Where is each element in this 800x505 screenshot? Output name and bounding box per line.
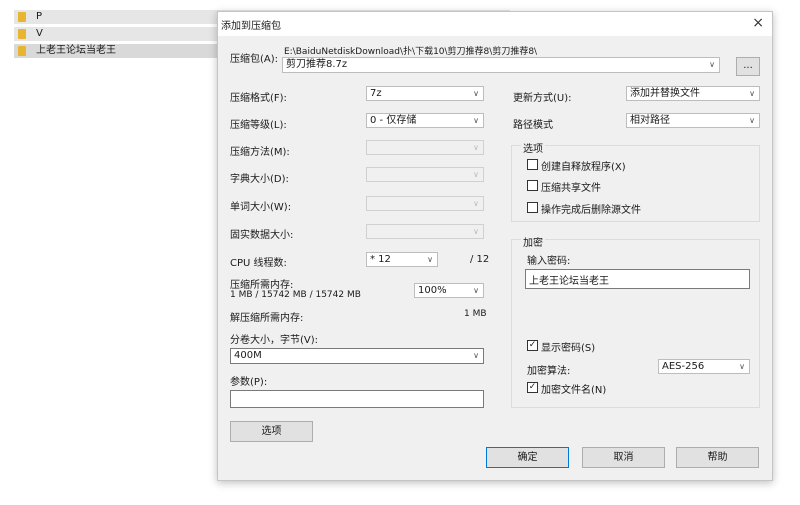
archive-label: 压缩包(A): xyxy=(230,54,279,65)
chevron-down-icon: ∨ xyxy=(709,60,715,69)
options-button[interactable]: 选项 xyxy=(230,421,313,442)
cpu-total: / 12 xyxy=(470,254,490,265)
chevron-down-icon: ∨ xyxy=(749,89,755,98)
folder-icon xyxy=(18,12,26,22)
folder-icon xyxy=(18,46,26,56)
list-item-label: 上老王论坛当老王 xyxy=(36,45,116,56)
delete-source-label: 操作完成后删除源文件 xyxy=(541,205,641,216)
volume-value: 400M xyxy=(234,350,262,361)
method-select[interactable]: ∨ xyxy=(366,140,484,155)
chevron-down-icon: ∨ xyxy=(473,89,479,98)
list-item-label: V xyxy=(36,28,43,39)
word-select[interactable]: ∨ xyxy=(366,196,484,211)
level-label: 压缩等级(L): xyxy=(230,120,287,131)
chevron-down-icon: ∨ xyxy=(749,116,755,125)
encrypt-names-checkbox[interactable]: ✓ xyxy=(527,382,538,393)
encryption-group-title: 加密 xyxy=(521,234,545,249)
password-label: 输入密码: xyxy=(527,256,571,267)
level-select[interactable]: 0 - 仅存储 ∨ xyxy=(366,113,484,128)
close-icon[interactable]: × xyxy=(752,14,764,32)
chevron-down-icon: ∨ xyxy=(473,286,479,295)
format-value: 7z xyxy=(370,88,382,99)
encrypt-names-label: 加密文件名(N) xyxy=(541,385,607,396)
params-label: 参数(P): xyxy=(230,377,268,388)
folder-icon xyxy=(18,29,26,39)
list-item-label: P xyxy=(36,11,43,22)
cpu-label: CPU 线程数: xyxy=(230,258,287,269)
level-value: 0 - 仅存储 xyxy=(370,115,417,126)
dict-select[interactable]: ∨ xyxy=(366,167,484,182)
volume-combo[interactable]: 400M ∨ xyxy=(230,348,484,364)
title-bar: 添加到压缩包 × xyxy=(218,12,772,36)
solid-select[interactable]: ∨ xyxy=(366,224,484,239)
method-label: 压缩方法(M): xyxy=(230,147,290,158)
chevron-down-icon: ∨ xyxy=(473,351,479,360)
chevron-down-icon: ∨ xyxy=(427,255,433,264)
shared-checkbox[interactable] xyxy=(527,180,538,191)
encryption-method-select[interactable]: AES-256 ∨ xyxy=(658,359,750,374)
chevron-down-icon: ∨ xyxy=(473,199,479,208)
path-mode-label: 路径模式 xyxy=(513,120,553,131)
add-to-archive-dialog: 添加到压缩包 × 压缩包(A): E:\BaiduNetdiskDownload… xyxy=(217,11,773,481)
mem-decompress-value: 1 MB xyxy=(464,309,487,319)
update-value: 添加并替换文件 xyxy=(630,88,700,99)
update-label: 更新方式(U): xyxy=(513,93,572,104)
mem-decompress-label: 解压缩所需内存: xyxy=(230,313,304,324)
mem-percent-value: 100% xyxy=(418,285,447,296)
password-value: 上老王论坛当老王 xyxy=(529,276,609,287)
chevron-down-icon: ∨ xyxy=(473,116,479,125)
volume-label: 分卷大小，字节(V): xyxy=(230,335,319,346)
solid-label: 固实数据大小: xyxy=(230,230,294,241)
ok-button[interactable]: 确定 xyxy=(486,447,569,468)
format-select[interactable]: 7z ∨ xyxy=(366,86,484,101)
cpu-select[interactable]: * 12 ∨ xyxy=(366,252,438,267)
archive-filename: 剪刀推荐8.7z xyxy=(286,59,348,70)
path-mode-select[interactable]: 相对路径 ∨ xyxy=(626,113,760,128)
mem-compress-label: 压缩所需内存: xyxy=(230,280,294,291)
archive-name-combo[interactable]: 剪刀推荐8.7z ∨ xyxy=(282,57,720,73)
password-input[interactable]: 上老王论坛当老王 xyxy=(525,269,750,289)
sfx-checkbox[interactable] xyxy=(527,159,538,170)
chevron-down-icon: ∨ xyxy=(473,170,479,179)
chevron-down-icon: ∨ xyxy=(739,362,745,371)
show-password-label: 显示密码(S) xyxy=(541,343,596,354)
delete-source-checkbox[interactable] xyxy=(527,202,538,213)
chevron-down-icon: ∨ xyxy=(473,143,479,152)
format-label: 压缩格式(F): xyxy=(230,93,287,104)
dialog-title: 添加到压缩包 xyxy=(221,21,281,32)
update-select[interactable]: 添加并替换文件 ∨ xyxy=(626,86,760,101)
encryption-method-label: 加密算法: xyxy=(527,366,571,377)
sfx-label: 创建自释放程序(X) xyxy=(541,162,626,173)
dict-label: 字典大小(D): xyxy=(230,174,289,185)
help-button[interactable]: 帮助 xyxy=(676,447,759,468)
params-input[interactable] xyxy=(230,390,484,408)
cpu-value: * 12 xyxy=(370,254,391,265)
browse-button[interactable]: ... xyxy=(736,57,760,76)
shared-label: 压缩共享文件 xyxy=(541,183,601,194)
mem-compress-detail: 1 MB / 15742 MB / 15742 MB xyxy=(230,290,361,300)
options-group-title: 选项 xyxy=(521,140,545,155)
mem-percent-select[interactable]: 100% ∨ xyxy=(414,283,484,298)
path-mode-value: 相对路径 xyxy=(630,115,670,126)
cancel-button[interactable]: 取消 xyxy=(582,447,665,468)
chevron-down-icon: ∨ xyxy=(473,227,479,236)
archive-path: E:\BaiduNetdiskDownload\扑\下载10\剪刀推荐8\剪刀推… xyxy=(284,47,538,57)
show-password-checkbox[interactable]: ✓ xyxy=(527,340,538,351)
word-label: 单词大小(W): xyxy=(230,202,292,213)
encryption-method-value: AES-256 xyxy=(662,361,705,372)
